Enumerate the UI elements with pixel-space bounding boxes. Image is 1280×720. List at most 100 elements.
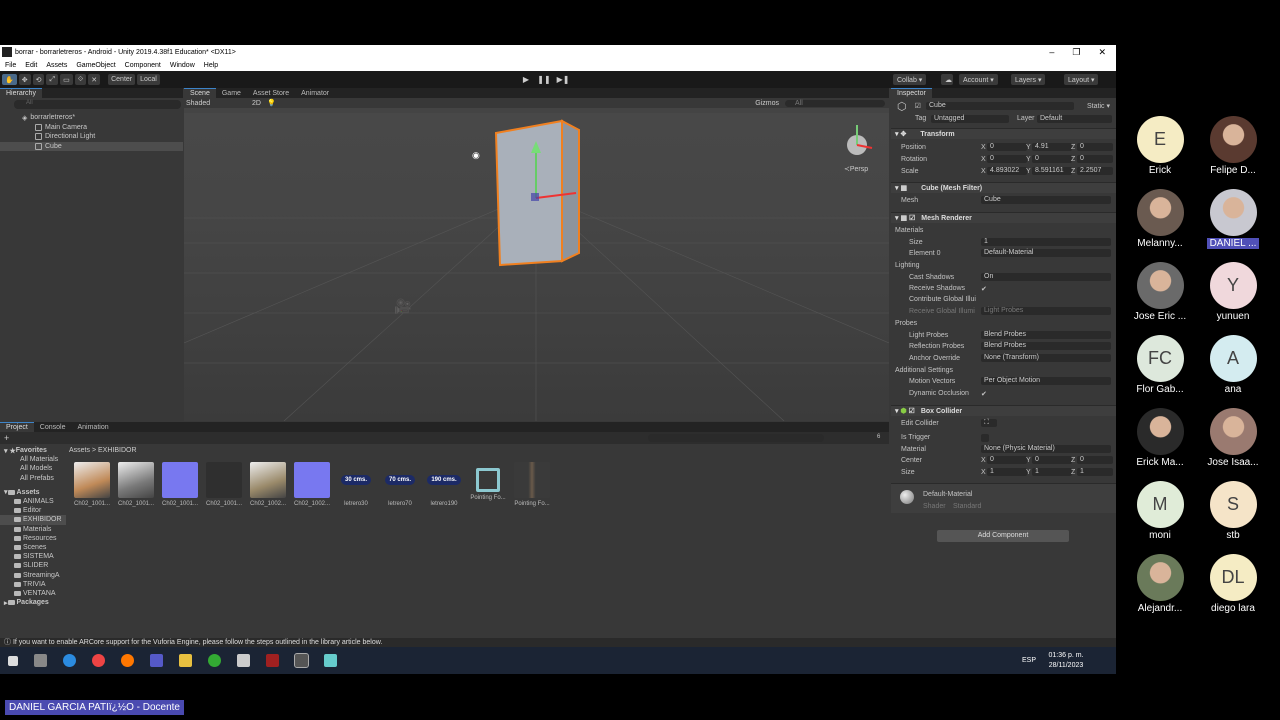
scale-x-field[interactable]: 4.893022 [987, 167, 1027, 175]
cast-shadows-dropdown[interactable]: On [981, 273, 1111, 281]
rotation-y-field[interactable]: 0 [1032, 155, 1072, 163]
play-button[interactable]: ▶ [519, 74, 533, 85]
box-collider-header[interactable]: ▾ ⬢ ☑ Box Collider [891, 405, 1116, 416]
edge-icon[interactable] [63, 654, 76, 667]
task-view-icon[interactable] [34, 654, 47, 667]
favorites-header[interactable]: ▾ ★ Favorites [0, 446, 66, 455]
teams-icon[interactable] [150, 654, 163, 667]
participant-tile[interactable]: Alejandr... [1125, 554, 1195, 614]
step-button[interactable]: ▶❚ [556, 74, 570, 85]
menu-window[interactable]: Window [170, 62, 195, 69]
folder-item[interactable]: SISTEMA [0, 552, 66, 561]
motion-vectors-dropdown[interactable]: Per Object Motion [981, 377, 1111, 385]
scene-viewport[interactable]: 🎥 ◉ ≺Persp [183, 113, 890, 422]
cloud-icon[interactable]: ☁ [941, 74, 953, 85]
tag-dropdown[interactable]: Untagged [931, 115, 1009, 123]
unity-hub-icon[interactable] [237, 654, 250, 667]
scene-search-input[interactable]: All [785, 99, 885, 107]
layout-dropdown[interactable]: Layout ▾ [1064, 74, 1099, 85]
gizmos-dropdown[interactable]: Gizmos [755, 100, 779, 107]
maximize-button[interactable]: ❐ [1072, 47, 1080, 58]
folder-item[interactable]: SLIDER [0, 561, 66, 570]
position-x-field[interactable]: 0 [987, 143, 1027, 151]
favorite-item[interactable]: All Materials [0, 455, 66, 464]
lighting-foldout[interactable]: Lighting [895, 262, 920, 269]
packages-header[interactable]: ▸ Packages [0, 598, 66, 607]
folder-item[interactable]: Resources [0, 534, 66, 543]
menu-help[interactable]: Help [204, 62, 218, 69]
move-tool-icon[interactable]: ✥ [18, 74, 31, 85]
folder-item[interactable]: VENTANA [0, 589, 66, 598]
favorite-item[interactable]: All Models [0, 464, 66, 473]
scale-tool-icon[interactable]: ⤢ [46, 74, 59, 85]
transform-tool-icon[interactable]: ⟐ [74, 74, 87, 85]
dynamic-occlusion-checkbox[interactable]: ✔ [981, 390, 987, 398]
chrome-icon[interactable] [92, 654, 105, 667]
material-section[interactable]: Default-Material Shader Standard [891, 483, 1116, 513]
illustrator-icon[interactable] [266, 654, 279, 667]
breadcrumb-exhibidor[interactable]: EXHIBIDOR [98, 447, 137, 454]
participant-tile[interactable]: Aana [1198, 335, 1268, 395]
additional-settings-foldout[interactable]: Additional Settings [895, 367, 953, 374]
folder-item[interactable]: TRIVIA [0, 580, 66, 589]
hierarchy-item-cube[interactable]: Cube [0, 141, 183, 151]
minimize-button[interactable]: – [1049, 47, 1054, 58]
center-y-field[interactable]: 0 [1032, 456, 1072, 464]
shading-mode-dropdown[interactable]: Shaded [186, 100, 246, 107]
menu-component[interactable]: Component [125, 62, 161, 69]
pause-button[interactable]: ❚❚ [537, 74, 551, 85]
rotate-tool-icon[interactable]: ⟲ [32, 74, 45, 85]
transform-header[interactable]: ▾ ✥ Transform [891, 128, 1116, 139]
start-icon[interactable] [8, 655, 18, 666]
receive-shadows-checkbox[interactable]: ✔ [981, 285, 987, 293]
mesh-filter-header[interactable]: ▾ ▦ Cube (Mesh Filter) [891, 182, 1116, 193]
app-icon[interactable] [324, 654, 337, 667]
participant-tile[interactable]: Jose Eric ... [1125, 262, 1195, 322]
participant-tile[interactable]: Felipe D... [1198, 116, 1268, 176]
asset-item[interactable]: Ch02_1001... [116, 462, 156, 507]
rect-tool-icon[interactable]: ▭ [60, 74, 73, 85]
tab-animation[interactable]: Animation [71, 423, 114, 432]
position-y-field[interactable]: 4.91 [1032, 143, 1072, 151]
chrome-profile-icon[interactable] [208, 654, 221, 667]
layers-dropdown[interactable]: Layers ▾ [1011, 74, 1046, 85]
size-y-field[interactable]: 1 [1032, 468, 1072, 476]
menu-edit[interactable]: Edit [25, 62, 37, 69]
participant-tile[interactable]: E Erick [1125, 116, 1195, 176]
asset-item[interactable]: 190 cms. letrero190 [424, 462, 464, 507]
project-search-input[interactable] [648, 434, 824, 442]
asset-item[interactable]: Ch02_1002... [292, 462, 332, 507]
hierarchy-item-directional-light[interactable]: Directional Light [0, 132, 183, 142]
favorite-item[interactable]: All Prefabs [0, 474, 66, 483]
size-z-field[interactable]: 1 [1077, 468, 1113, 476]
reflection-probes-dropdown[interactable]: Blend Probes [981, 342, 1111, 350]
shader-dropdown[interactable]: Standard [953, 503, 981, 510]
participant-tile[interactable]: Mmoni [1125, 481, 1195, 541]
size-x-field[interactable]: 1 [987, 468, 1027, 476]
scene-row[interactable]: ◈ borrarletreros* [0, 113, 183, 123]
status-message[interactable]: If you want to enable ARCore support for… [13, 639, 382, 646]
mesh-field[interactable]: Cube [981, 196, 1111, 204]
close-button[interactable]: ✕ [1098, 47, 1106, 58]
center-z-field[interactable]: 0 [1077, 456, 1113, 464]
static-dropdown[interactable]: Static ▾ [1087, 102, 1110, 110]
center-x-field[interactable]: 0 [987, 456, 1027, 464]
tab-console[interactable]: Console [34, 423, 72, 432]
folder-item[interactable]: Editor [0, 506, 66, 515]
2d-toggle[interactable]: 2D [252, 100, 261, 107]
mesh-renderer-header[interactable]: ▾ ▦ ☑ Mesh Renderer [891, 212, 1116, 223]
element-0-field[interactable]: Default-Material [981, 249, 1111, 257]
tab-game[interactable]: Game [216, 89, 247, 98]
asset-item[interactable]: Ch02_1001... [72, 462, 112, 507]
participant-tile[interactable]: Erick Ma... [1125, 408, 1195, 468]
firefox-icon[interactable] [121, 654, 134, 667]
breadcrumb-assets[interactable]: Assets [69, 447, 90, 454]
materials-foldout[interactable]: Materials [895, 227, 923, 234]
custom-tool-icon[interactable]: ✕ [88, 74, 101, 85]
folder-item[interactable]: StreamingA [0, 570, 66, 579]
participant-tile[interactable]: Melanny... [1125, 189, 1195, 249]
tab-animator[interactable]: Animator [295, 89, 335, 98]
tab-hierarchy[interactable]: Hierarchy [0, 88, 42, 98]
materials-size-field[interactable]: 1 [981, 238, 1111, 246]
lighting-toggle-icon[interactable]: 💡 [267, 99, 276, 107]
